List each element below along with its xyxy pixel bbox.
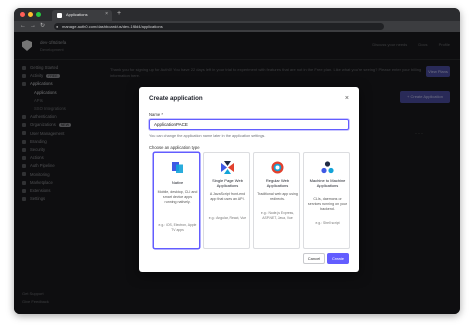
auth0-favicon-icon xyxy=(57,13,62,18)
card-examples: e.g.: Node.js Express, ASP.NET, Java, Vu… xyxy=(260,211,295,220)
card-title: Regular Web Applications xyxy=(265,178,290,188)
create-application-dialog: Create application × Name * You can chan… xyxy=(139,87,359,272)
forward-icon[interactable]: → xyxy=(30,22,36,31)
application-type-label: Choose an application type xyxy=(149,145,200,150)
app-type-card-regular-web[interactable]: Regular Web Applications Traditional web… xyxy=(253,152,300,249)
lock-icon: ● xyxy=(56,24,59,29)
dialog-title: Create application xyxy=(149,95,203,102)
card-examples: e.g.: Shell script xyxy=(315,221,340,225)
auth0-dashboard: dev-1f8d4efa Development Discuss your ne… xyxy=(14,32,460,314)
back-icon[interactable]: ← xyxy=(20,22,26,31)
card-description: Traditional web app using redirects. xyxy=(257,192,298,201)
machine-to-machine-icon xyxy=(321,161,334,174)
close-icon[interactable]: × xyxy=(345,95,349,102)
card-examples: e.g.: iOS, Electron, Apple TV apps xyxy=(158,223,197,232)
card-title: Single Page Web Applications xyxy=(212,178,243,188)
minimize-window-dot[interactable] xyxy=(28,12,33,17)
app-type-card-spa[interactable]: Single Page Web Applications A JavaScrip… xyxy=(203,152,250,249)
browser-tab[interactable]: Applications × xyxy=(52,10,112,21)
card-description: CLIs, daemons or services running on you… xyxy=(307,197,348,211)
card-examples: e.g.: Angular, React, Vue xyxy=(208,216,247,220)
tab-title: Applications xyxy=(66,12,88,17)
card-description: A JavaScript front-end app that uses an … xyxy=(209,192,246,201)
regular-web-app-icon xyxy=(271,161,284,174)
url-text: manage.auth0.com/dashboard/us/dev-1f8d4/… xyxy=(62,24,163,29)
spa-app-icon xyxy=(221,161,234,174)
reload-icon[interactable]: ↻ xyxy=(40,22,45,31)
app-type-card-m2m[interactable]: Machine to Machine Applications CLIs, da… xyxy=(303,152,350,249)
browser-tab-bar: Applications × + xyxy=(14,8,460,21)
card-title: Machine to Machine Applications xyxy=(309,178,346,188)
close-window-dot[interactable] xyxy=(20,12,25,17)
application-name-input[interactable] xyxy=(149,119,349,130)
card-title: Native xyxy=(171,180,184,185)
url-field[interactable]: ● manage.auth0.com/dashboard/us/dev-1f8d… xyxy=(54,23,384,30)
native-app-icon xyxy=(172,162,183,173)
browser-window: Applications × + ← → ↻ ● manage.auth0.co… xyxy=(14,8,460,314)
cancel-button[interactable]: Cancel xyxy=(303,253,325,264)
tab-close-icon[interactable]: × xyxy=(105,12,108,17)
create-button[interactable]: Create xyxy=(327,253,349,264)
name-label: Name * xyxy=(149,112,163,117)
address-bar: ← → ↻ ● manage.auth0.com/dashboard/us/de… xyxy=(14,21,460,32)
app-type-card-native[interactable]: Native Mobile, desktop, CLI and smart de… xyxy=(153,152,200,249)
card-description: Mobile, desktop, CLI and smart device ap… xyxy=(157,190,198,204)
new-tab-icon[interactable]: + xyxy=(117,10,121,18)
name-help-text: You can change the application name late… xyxy=(149,134,266,138)
maximize-window-dot[interactable] xyxy=(36,12,41,17)
